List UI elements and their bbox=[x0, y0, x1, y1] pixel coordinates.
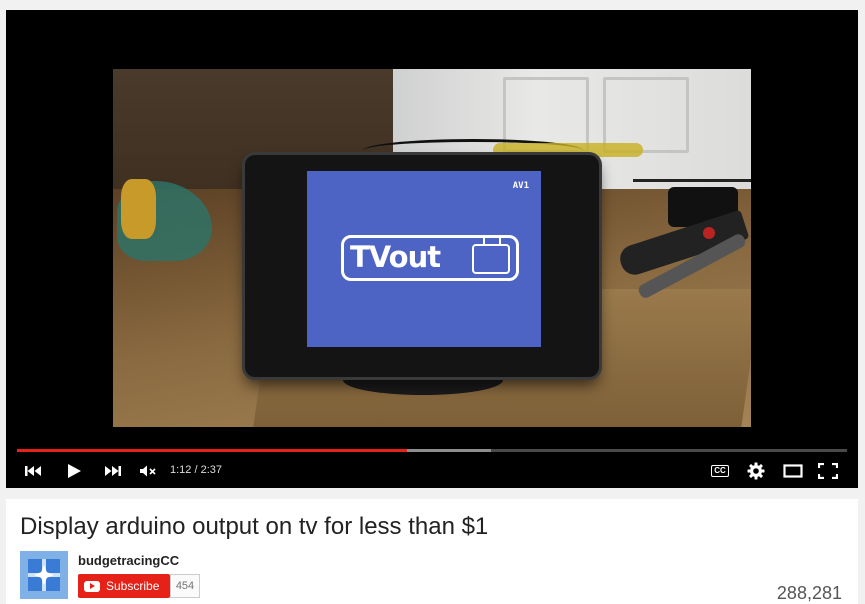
tv-screen: AV1 TVout bbox=[307, 171, 541, 347]
subscriber-count: 454 bbox=[170, 574, 200, 598]
progress-played bbox=[17, 449, 408, 452]
tvout-logo: TVout bbox=[341, 235, 519, 281]
theater-mode-icon[interactable] bbox=[781, 456, 805, 486]
play-icon[interactable] bbox=[62, 456, 86, 486]
volume-muted-icon[interactable] bbox=[136, 456, 160, 486]
channel-name-link[interactable]: budgetracingCC bbox=[78, 553, 179, 568]
tv-monitor: AV1 TVout bbox=[245, 155, 599, 377]
gear-icon[interactable] bbox=[744, 456, 768, 486]
view-count: 288,281 bbox=[776, 583, 842, 603]
video-frame[interactable]: AV1 TVout bbox=[113, 69, 751, 427]
tvout-logo-text: TVout bbox=[350, 240, 441, 274]
captions-button[interactable]: CC bbox=[708, 456, 732, 486]
fullscreen-icon[interactable] bbox=[816, 456, 840, 486]
scene-cloth bbox=[121, 179, 156, 239]
subscribe-button[interactable]: Subscribe bbox=[78, 574, 170, 598]
cc-icon: CC bbox=[711, 465, 729, 477]
video-title: Display arduino output on tv for less th… bbox=[20, 513, 489, 540]
video-info: Display arduino output on tv for less th… bbox=[6, 499, 858, 604]
time-display: 1:12 / 2:37 bbox=[170, 464, 222, 476]
youtube-logo-icon bbox=[84, 580, 100, 592]
video-player[interactable]: AV1 TVout 1:12 / 2:37 CC bbox=[6, 10, 858, 488]
progress-bar[interactable] bbox=[17, 449, 847, 452]
player-controls: 1:12 / 2:37 CC bbox=[6, 456, 858, 486]
skip-next-icon[interactable] bbox=[100, 456, 124, 486]
av1-badge: AV1 bbox=[512, 181, 529, 191]
scene-pliers-dot bbox=[703, 227, 715, 239]
scene-door-panel bbox=[603, 77, 689, 153]
channel-avatar[interactable] bbox=[20, 551, 68, 599]
skip-previous-icon[interactable] bbox=[22, 456, 46, 486]
tv-icon bbox=[472, 244, 510, 274]
subscribe-label: Subscribe bbox=[106, 579, 160, 593]
